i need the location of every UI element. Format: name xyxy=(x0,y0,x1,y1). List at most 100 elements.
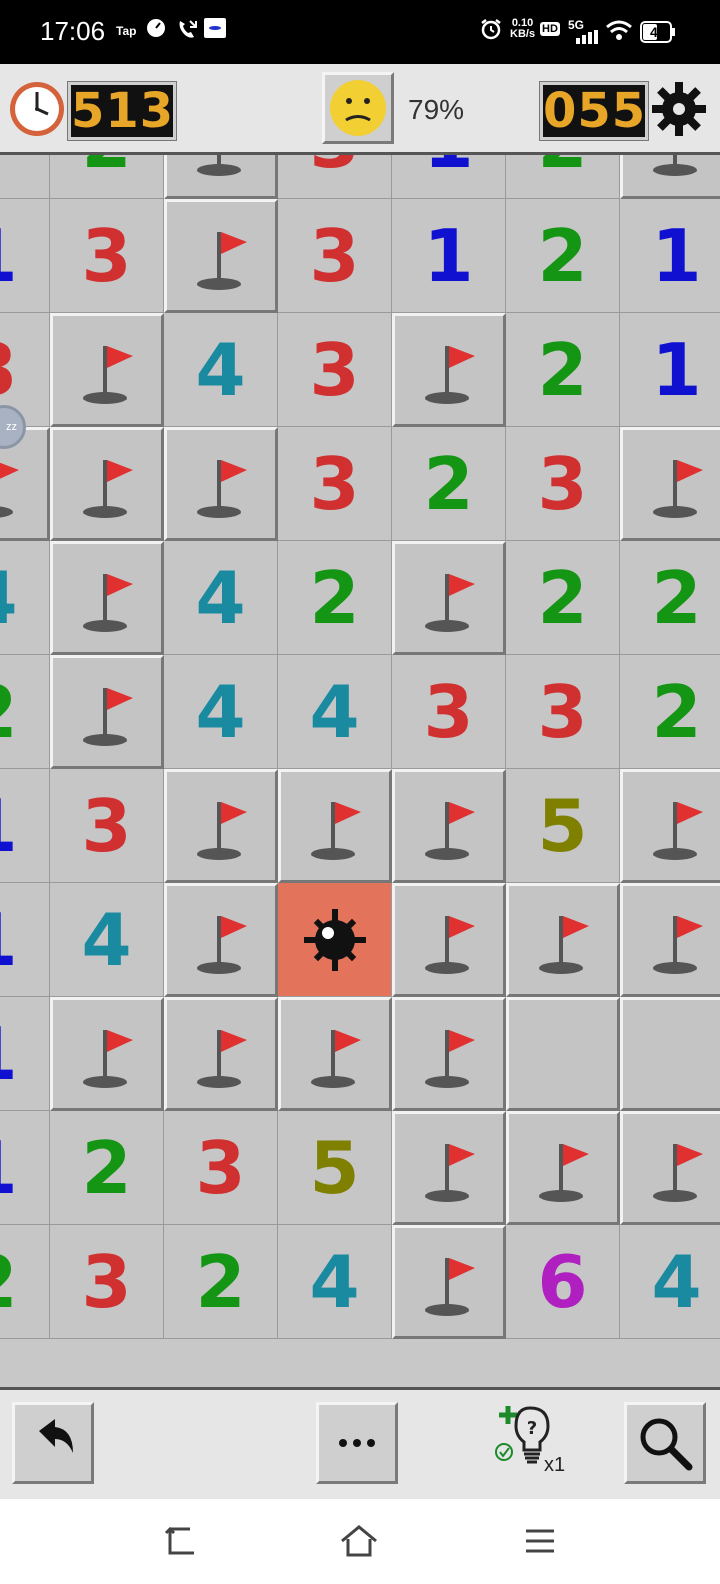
number-cell[interactable]: 3 xyxy=(278,155,392,199)
number-cell[interactable]: 5 xyxy=(278,1111,392,1225)
number-cell[interactable]: 1 xyxy=(0,769,50,883)
number-cell[interactable]: 4 xyxy=(620,1225,720,1339)
missed-call-icon xyxy=(176,18,198,45)
flagged-cell[interactable] xyxy=(392,313,506,427)
net-speed-unit: KB/s xyxy=(510,28,536,40)
flagged-cell[interactable] xyxy=(506,1111,620,1225)
number-cell[interactable]: 2 xyxy=(0,1225,50,1339)
cell-number: 1 xyxy=(0,997,49,1110)
flagged-cell[interactable] xyxy=(50,541,164,655)
number-cell[interactable]: 2 xyxy=(506,313,620,427)
number-cell[interactable]: 1 xyxy=(620,313,720,427)
flag-icon xyxy=(197,916,247,974)
flagged-cell[interactable] xyxy=(50,655,164,769)
flagged-cell[interactable] xyxy=(164,997,278,1111)
number-cell[interactable]: 2 xyxy=(620,655,720,769)
flagged-cell[interactable] xyxy=(278,769,392,883)
flagged-cell[interactable] xyxy=(620,155,720,199)
flagged-cell[interactable] xyxy=(164,155,278,199)
flagged-cell[interactable] xyxy=(392,1225,506,1339)
undo-button[interactable] xyxy=(12,1402,94,1484)
cell-number: 1 xyxy=(651,327,702,412)
number-cell[interactable]: 2 xyxy=(0,655,50,769)
number-cell[interactable]: 2 xyxy=(620,541,720,655)
number-cell[interactable]: 1 xyxy=(392,199,506,313)
number-cell[interactable]: 3 xyxy=(278,199,392,313)
flagged-cell[interactable] xyxy=(392,1111,506,1225)
number-cell[interactable]: 1 xyxy=(0,997,50,1111)
number-cell[interactable]: 3 xyxy=(506,655,620,769)
flagged-cell[interactable] xyxy=(164,769,278,883)
number-cell[interactable]: 2 xyxy=(392,427,506,541)
flag-icon xyxy=(653,155,697,176)
flagged-cell[interactable] xyxy=(50,997,164,1111)
flag-icon xyxy=(197,460,247,518)
number-cell[interactable]: 3 xyxy=(278,427,392,541)
number-cell[interactable]: 4 xyxy=(164,313,278,427)
number-cell[interactable]: 2 xyxy=(164,1225,278,1339)
flagged-cell[interactable] xyxy=(164,199,278,313)
flagged-cell[interactable] xyxy=(506,883,620,997)
flag-icon xyxy=(83,574,133,632)
unrevealed-cell[interactable] xyxy=(620,997,720,1111)
flagged-cell[interactable] xyxy=(50,427,164,541)
number-cell[interactable]: 3 xyxy=(50,769,164,883)
number-cell[interactable]: 2 xyxy=(506,541,620,655)
mine-icon xyxy=(304,909,366,971)
flagged-cell[interactable] xyxy=(620,769,720,883)
flagged-cell[interactable] xyxy=(278,997,392,1111)
exploded-mine-cell[interactable] xyxy=(278,883,392,997)
more-options-button[interactable] xyxy=(316,1402,398,1484)
number-cell[interactable]: 4 xyxy=(0,541,50,655)
number-cell[interactable]: 2 xyxy=(506,155,620,199)
number-cell[interactable]: 6 xyxy=(506,1225,620,1339)
cell-number: 3 xyxy=(537,669,588,754)
wifi-icon xyxy=(606,20,632,47)
number-cell[interactable]: 1 xyxy=(0,883,50,997)
flagged-cell[interactable] xyxy=(620,427,720,541)
number-cell[interactable]: 4 xyxy=(278,1225,392,1339)
empty-cell[interactable] xyxy=(0,155,50,199)
number-cell[interactable]: 4 xyxy=(278,655,392,769)
home-nav-icon[interactable] xyxy=(338,1521,380,1566)
number-cell[interactable]: 2 xyxy=(278,541,392,655)
flagged-cell[interactable] xyxy=(392,997,506,1111)
flag-icon xyxy=(425,574,475,632)
settings-gear-icon[interactable] xyxy=(648,78,710,145)
flag-icon xyxy=(425,802,475,860)
back-nav-icon[interactable] xyxy=(160,1521,200,1566)
flagged-cell[interactable] xyxy=(392,541,506,655)
number-cell[interactable]: 4 xyxy=(50,883,164,997)
number-cell[interactable]: 2 xyxy=(506,199,620,313)
number-cell[interactable]: 2 xyxy=(50,1111,164,1225)
number-cell[interactable]: 3 xyxy=(50,199,164,313)
menu-nav-icon[interactable] xyxy=(520,1521,560,1566)
number-cell[interactable]: 3 xyxy=(50,1225,164,1339)
flagged-cell[interactable] xyxy=(50,313,164,427)
new-game-button[interactable] xyxy=(322,72,394,144)
number-cell[interactable]: 2 xyxy=(50,155,164,199)
flagged-cell[interactable] xyxy=(392,769,506,883)
cell-number: 2 xyxy=(651,555,702,640)
flagged-cell[interactable] xyxy=(392,883,506,997)
number-cell[interactable]: 3 xyxy=(164,1111,278,1225)
number-cell[interactable]: 3 xyxy=(278,313,392,427)
flagged-cell[interactable] xyxy=(620,883,720,997)
zoom-button[interactable] xyxy=(624,1402,706,1484)
number-cell[interactable]: 5 xyxy=(506,769,620,883)
number-cell[interactable]: 1 xyxy=(0,1111,50,1225)
number-cell[interactable]: 3 xyxy=(392,655,506,769)
number-cell[interactable]: 1 xyxy=(392,155,506,199)
flagged-cell[interactable] xyxy=(620,1111,720,1225)
number-cell[interactable]: 4 xyxy=(164,541,278,655)
cell-number: 1 xyxy=(0,883,49,996)
number-cell[interactable]: 3 xyxy=(506,427,620,541)
flag-icon xyxy=(197,232,247,290)
number-cell[interactable]: 1 xyxy=(0,199,50,313)
flagged-cell[interactable] xyxy=(164,427,278,541)
flagged-cell[interactable] xyxy=(164,883,278,997)
number-cell[interactable]: 4 xyxy=(164,655,278,769)
number-cell[interactable]: 1 xyxy=(620,199,720,313)
unrevealed-cell[interactable] xyxy=(506,997,620,1111)
flag-icon xyxy=(425,1030,475,1088)
